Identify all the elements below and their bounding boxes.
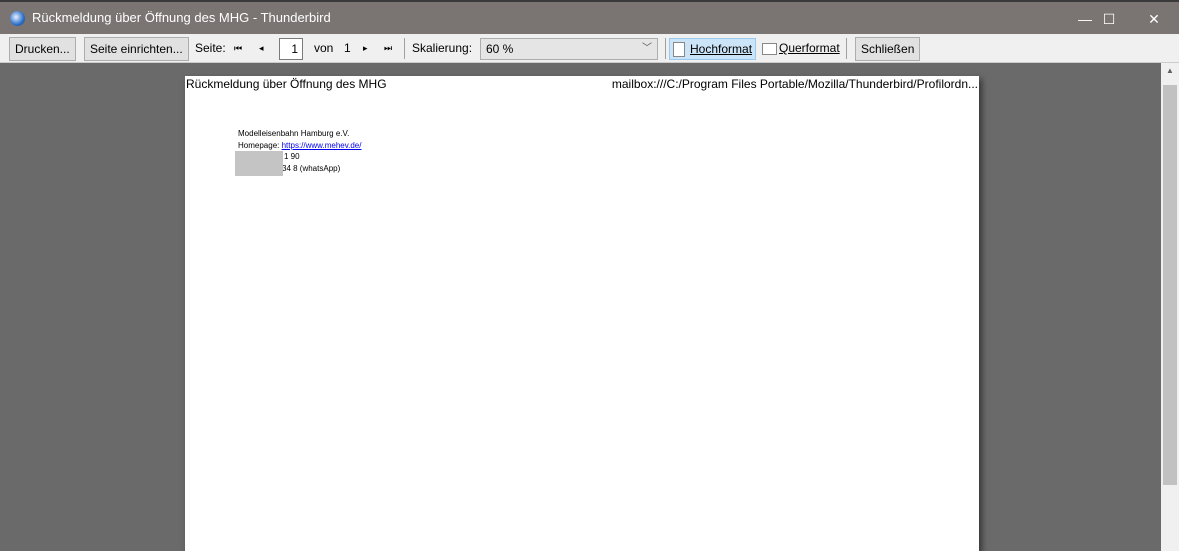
window-title: Rückmeldung über Öffnung des MHG - Thund…	[32, 10, 331, 25]
previous-page-button[interactable]: ◂	[259, 37, 264, 61]
landscape-button[interactable]: Querformat	[759, 38, 843, 60]
title-bar: Rückmeldung über Öffnung des MHG - Thund…	[0, 0, 1179, 34]
last-page-button[interactable]: ⏭	[384, 37, 392, 61]
maximize-button[interactable]: ☐	[1089, 6, 1129, 32]
scrollbar-thumb[interactable]	[1163, 85, 1177, 485]
print-preview-toolbar: Drucken... Seite einrichten... Seite: ⏮ …	[0, 34, 1179, 63]
scale-value: 60 %	[486, 42, 514, 56]
page-number-input[interactable]: 1	[279, 38, 303, 60]
portrait-label: Hochformat	[690, 42, 753, 56]
page-header-url: mailbox:///C:/Program Files Portable/Moz…	[611, 77, 978, 91]
page-count: 1	[344, 41, 351, 55]
close-preview-button[interactable]: Schließen	[855, 37, 921, 61]
landscape-label: Querformat	[779, 41, 840, 55]
separator	[665, 38, 666, 59]
homepage-link[interactable]: https://www.mehev.de/	[282, 141, 362, 150]
print-preview-page: Rückmeldung über Öffnung des MHG mailbox…	[185, 76, 979, 551]
scale-label: Skalierung:	[412, 41, 473, 55]
page-label: Seite:	[195, 41, 226, 55]
separator	[404, 38, 405, 59]
page-setup-button[interactable]: Seite einrichten...	[84, 37, 189, 61]
separator	[846, 38, 847, 59]
print-button[interactable]: Drucken...	[9, 37, 76, 61]
of-label: von	[314, 41, 334, 55]
scroll-up-icon[interactable]: ▲	[1161, 66, 1179, 75]
page-header-title: Rückmeldung über Öffnung des MHG	[186, 77, 387, 91]
first-page-button[interactable]: ⏮	[234, 37, 242, 61]
chevron-down-icon: ﹀	[642, 43, 652, 54]
next-page-button[interactable]: ▸	[363, 37, 368, 61]
close-window-button[interactable]: ✕	[1134, 6, 1174, 32]
redacted-block	[235, 151, 283, 176]
scale-select[interactable]: 60 % ﹀	[480, 38, 658, 60]
homepage-label: Homepage:	[238, 140, 282, 150]
thunderbird-icon	[10, 11, 25, 26]
signature-org: Modelleisenbahn Hamburg e.V.	[238, 129, 350, 138]
landscape-page-icon	[762, 43, 777, 55]
portrait-button[interactable]: Hochformat	[669, 38, 757, 60]
vertical-scrollbar[interactable]: ▲	[1161, 63, 1179, 551]
portrait-page-icon	[673, 42, 685, 57]
